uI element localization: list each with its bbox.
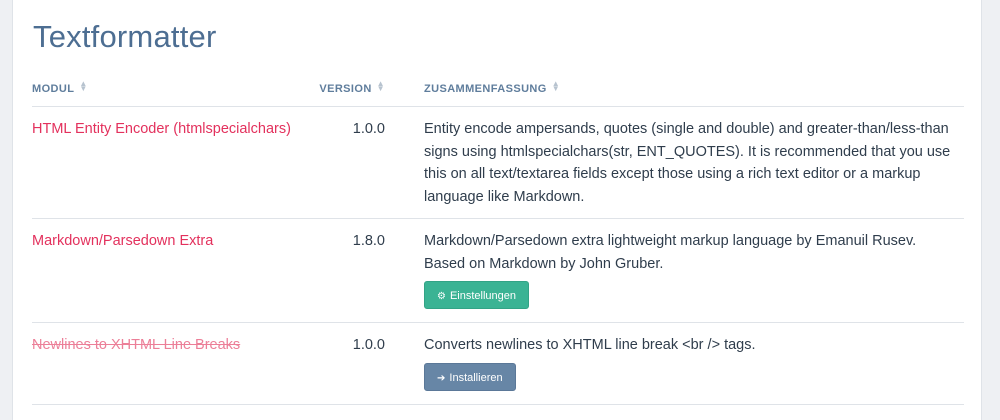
version-cell: 1.8.0 xyxy=(302,218,398,323)
module-cell: Markdown/Parsedown Extra xyxy=(32,218,302,323)
module-summary: Entity encode ampersands, quotes (single… xyxy=(424,121,951,205)
module-summary: Converts newlines to XHTML line break <b… xyxy=(424,337,756,353)
table-row: Newlines to XHTML Line Breaks 1.0.0 Conv… xyxy=(32,322,964,405)
module-link-html-entity-encoder[interactable]: HTML Entity Encoder (htmlspecialchars) xyxy=(32,121,291,137)
table-header-row: MODUL ▲ ▼ VERSION ▲ ▼ ZUSAMMENFASSUNG ▲ ▼ xyxy=(32,69,964,107)
install-button[interactable]: ➔ Installieren xyxy=(424,362,516,391)
page-title: Textformatter xyxy=(33,19,217,54)
column-header-module[interactable]: MODUL ▲ ▼ xyxy=(32,69,302,107)
table-row: HTML Entity Encoder (htmlspecialchars) 1… xyxy=(32,106,964,219)
summary-cell: Converts newlines to XHTML line break <b… xyxy=(398,322,964,405)
content-panel: Textformatter MODUL ▲ ▼ VERSION ▲ ▼ ZUSAMMEN… xyxy=(12,0,982,420)
column-header-label: VERSION xyxy=(319,82,372,95)
table-row: Markdown/Parsedown Extra 1.8.0 Markdown/… xyxy=(32,218,964,323)
column-header-version[interactable]: VERSION ▲ ▼ xyxy=(302,69,398,107)
button-label: Einstellungen xyxy=(449,290,517,302)
module-link-newlines-to-xhtml[interactable]: Newlines to XHTML Line Breaks xyxy=(32,337,240,353)
sort-icon: ▲ ▼ xyxy=(376,78,385,93)
summary-cell: Entity encode ampersands, quotes (single… xyxy=(398,106,964,219)
module-cell: Newlines to XHTML Line Breaks xyxy=(32,322,302,405)
version-cell: 1.0.0 xyxy=(302,322,398,405)
module-link-markdown-parsedown-extra[interactable]: Markdown/Parsedown Extra xyxy=(32,233,213,249)
version-cell: 1.0.0 xyxy=(302,106,398,219)
sort-icon: ▲ ▼ xyxy=(79,78,88,93)
settings-button[interactable]: ⚙ Einstellungen xyxy=(424,281,530,309)
sign-in-icon: ➔ xyxy=(437,372,446,384)
column-header-label: ZUSAMMENFASSUNG xyxy=(424,82,547,95)
summary-cell: Markdown/Parsedown extra lightweight mar… xyxy=(398,218,964,323)
module-cell: HTML Entity Encoder (htmlspecialchars) xyxy=(32,106,302,219)
button-label: Installieren xyxy=(449,371,503,384)
gear-icon: ⚙ xyxy=(437,291,446,302)
column-header-summary[interactable]: ZUSAMMENFASSUNG ▲ ▼ xyxy=(398,69,964,107)
column-header-label: MODUL xyxy=(32,82,75,95)
sort-icon: ▲ ▼ xyxy=(551,78,561,93)
module-summary: Markdown/Parsedown extra lightweight mar… xyxy=(424,233,917,272)
module-table: MODUL ▲ ▼ VERSION ▲ ▼ ZUSAMMENFASSUNG ▲ ▼ HTML… xyxy=(32,69,964,405)
